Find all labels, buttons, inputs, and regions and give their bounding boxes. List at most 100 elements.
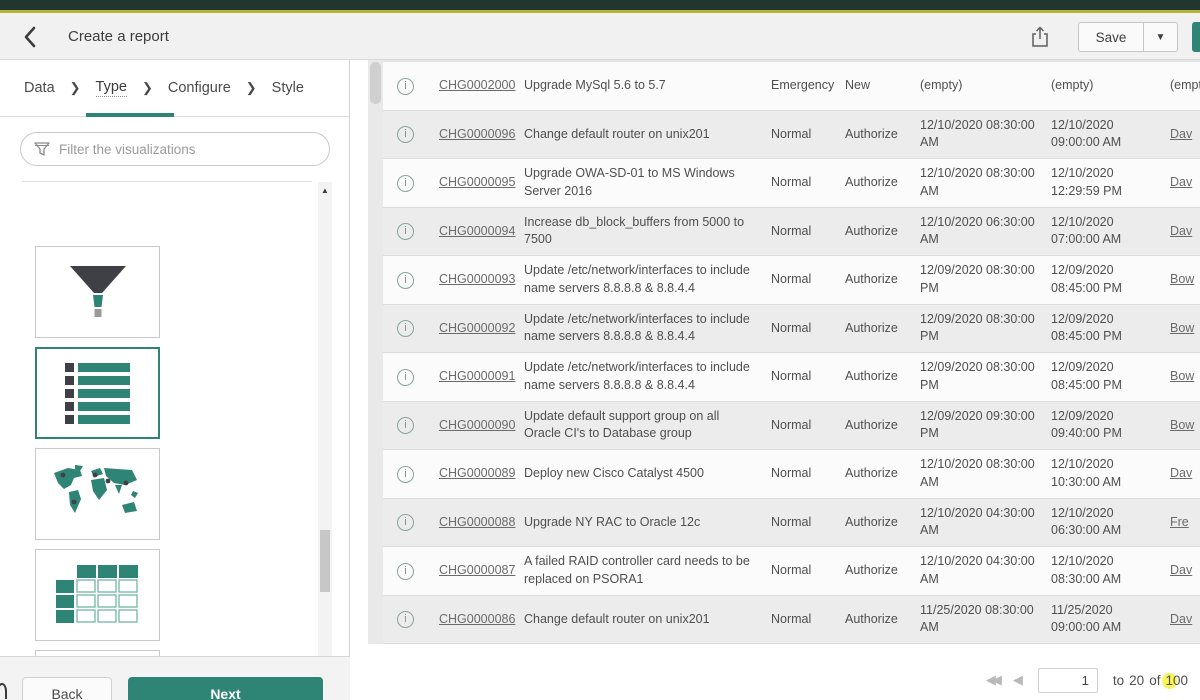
breadcrumb-step-type[interactable]: Type bbox=[96, 79, 127, 97]
pagination-to-label: to bbox=[1113, 673, 1124, 688]
caret-down-icon: ▼ bbox=[1156, 32, 1166, 43]
sidebar-scrollbar-thumb[interactable] bbox=[320, 530, 330, 592]
breadcrumb-step-configure[interactable]: Configure bbox=[168, 80, 231, 96]
sidebar-scrollbar[interactable]: ▲ ▼ bbox=[318, 182, 332, 700]
scroll-up-icon[interactable]: ▲ bbox=[318, 184, 332, 198]
report-designer-sidebar: Data❯Type❯Configure❯Style bbox=[0, 60, 350, 656]
info-icon[interactable]: i bbox=[397, 78, 414, 95]
info-icon[interactable]: i bbox=[397, 514, 414, 531]
change-number-link[interactable]: CHG0000090 bbox=[439, 418, 515, 432]
table-row: i CHG0000089 Deploy new Cisco Catalyst 4… bbox=[383, 450, 1200, 499]
start-date-cell: 12/10/2020 04:30:00 AM bbox=[920, 553, 1051, 588]
breadcrumb-step-data[interactable]: Data bbox=[24, 80, 55, 96]
change-request-table: i CHG0002000 Upgrade MySql 5.6 to 5.7 Em… bbox=[383, 60, 1200, 644]
assigned-to-link[interactable]: Dav bbox=[1170, 175, 1192, 189]
start-date-cell: 12/09/2020 08:30:00 PM bbox=[920, 262, 1051, 297]
change-number-link[interactable]: CHG0000093 bbox=[439, 272, 515, 286]
assigned-to-cell: Fre bbox=[1170, 514, 1200, 532]
change-number-cell: CHG0000088 bbox=[439, 514, 524, 532]
row-info-cell: i bbox=[383, 513, 439, 531]
next-button[interactable]: Next bbox=[128, 677, 323, 700]
back-chevron-icon[interactable] bbox=[22, 25, 48, 49]
info-icon[interactable]: i bbox=[397, 272, 414, 289]
end-date-cell: 12/10/2020 08:30:00 AM bbox=[1051, 553, 1170, 588]
viz-type-list[interactable] bbox=[35, 347, 160, 439]
end-date-cell: 12/10/2020 09:00:00 AM bbox=[1051, 117, 1170, 152]
start-date-cell: 12/10/2020 08:30:00 AM bbox=[920, 456, 1051, 491]
change-number-link[interactable]: CHG0000094 bbox=[439, 224, 515, 238]
change-number-link[interactable]: CHG0000089 bbox=[439, 466, 515, 480]
assigned-to-link[interactable]: Bow bbox=[1170, 418, 1194, 432]
assigned-to-link[interactable]: Dav bbox=[1170, 224, 1192, 238]
viz-type-heatmap[interactable] bbox=[35, 549, 160, 641]
state-cell: New bbox=[845, 77, 920, 95]
viz-type-map[interactable] bbox=[35, 448, 160, 540]
assigned-to-link[interactable]: Bow bbox=[1170, 272, 1194, 286]
table-row: i CHG0000088 Upgrade NY RAC to Oracle 12… bbox=[383, 499, 1200, 548]
info-icon[interactable]: i bbox=[397, 320, 414, 337]
change-number-cell: CHG0000089 bbox=[439, 465, 524, 483]
cut-off-glyph bbox=[0, 683, 7, 699]
change-number-link[interactable]: CHG0000091 bbox=[439, 369, 515, 383]
previous-page-icon[interactable]: ◀ bbox=[1013, 672, 1023, 688]
assigned-to-cell: Dav bbox=[1170, 126, 1200, 144]
save-button[interactable]: Save bbox=[1078, 22, 1144, 52]
change-number-link[interactable]: CHG0000096 bbox=[439, 127, 515, 141]
change-number-link[interactable]: CHG0000088 bbox=[439, 515, 515, 529]
info-icon[interactable]: i bbox=[397, 175, 414, 192]
pagination-total: 100 bbox=[1165, 673, 1188, 688]
change-number-link[interactable]: CHG0002000 bbox=[439, 78, 515, 92]
assigned-to-link[interactable]: Dav bbox=[1170, 563, 1192, 577]
state-cell: Authorize bbox=[845, 514, 920, 532]
page-number-input[interactable] bbox=[1038, 668, 1098, 693]
change-number-link[interactable]: CHG0000095 bbox=[439, 175, 515, 189]
priority-cell: Normal bbox=[771, 223, 845, 241]
assigned-to-link[interactable]: Bow bbox=[1170, 369, 1194, 383]
assigned-to-link[interactable]: Dav bbox=[1170, 466, 1192, 480]
change-number-cell: CHG0000094 bbox=[439, 223, 524, 241]
info-icon[interactable]: i bbox=[397, 611, 414, 628]
breadcrumb-step-style[interactable]: Style bbox=[272, 80, 304, 96]
table-scrollbar-thumb[interactable] bbox=[370, 62, 381, 104]
viz-type-funnel[interactable] bbox=[35, 246, 160, 338]
assigned-to-link: (empty) bbox=[1170, 78, 1200, 92]
assigned-to-link[interactable]: Fre bbox=[1170, 515, 1189, 529]
priority-cell: Normal bbox=[771, 611, 845, 629]
export-icon bbox=[1030, 25, 1050, 49]
table-scrollbar[interactable] bbox=[368, 60, 383, 644]
end-date-cell: (empty) bbox=[1051, 77, 1170, 95]
info-icon[interactable]: i bbox=[397, 369, 414, 386]
info-icon[interactable]: i bbox=[397, 126, 414, 143]
first-page-icon[interactable]: ◀◀ bbox=[986, 672, 998, 688]
change-number-cell: CHG0002000 bbox=[439, 77, 524, 95]
save-dropdown-button[interactable]: ▼ bbox=[1144, 22, 1178, 52]
pagination-of-label: of bbox=[1149, 673, 1160, 688]
info-icon[interactable]: i bbox=[397, 466, 414, 483]
info-icon[interactable]: i bbox=[397, 563, 414, 580]
assigned-to-link[interactable]: Dav bbox=[1170, 127, 1192, 141]
end-date-cell: 12/09/2020 08:45:00 PM bbox=[1051, 359, 1170, 394]
filter-visualizations-input[interactable] bbox=[59, 142, 329, 157]
funnel-filter-icon bbox=[34, 142, 50, 157]
start-date-cell: 12/09/2020 08:30:00 PM bbox=[920, 311, 1051, 346]
share-icon[interactable] bbox=[1028, 25, 1052, 51]
assigned-to-link[interactable]: Bow bbox=[1170, 321, 1194, 335]
table-row: i CHG0000093 Update /etc/network/interfa… bbox=[383, 256, 1200, 305]
assigned-to-cell: Dav bbox=[1170, 611, 1200, 629]
short-description-cell: Change default router on unix201 bbox=[524, 126, 771, 144]
state-cell: Authorize bbox=[845, 126, 920, 144]
table-row: i CHG0000095 Upgrade OWA-SD-01 to MS Win… bbox=[383, 159, 1200, 208]
info-icon[interactable]: i bbox=[397, 223, 414, 240]
chevron-right-icon: ❯ bbox=[142, 80, 153, 96]
change-number-link[interactable]: CHG0000092 bbox=[439, 321, 515, 335]
state-cell: Authorize bbox=[845, 417, 920, 435]
page-header: Create a report Save ▼ bbox=[0, 13, 1200, 60]
clipped-edge-button[interactable] bbox=[1192, 22, 1200, 52]
assigned-to-link[interactable]: Dav bbox=[1170, 612, 1192, 626]
change-number-link[interactable]: CHG0000087 bbox=[439, 563, 515, 577]
change-number-link[interactable]: CHG0000086 bbox=[439, 612, 515, 626]
info-icon[interactable]: i bbox=[397, 417, 414, 434]
assigned-to-cell: Dav bbox=[1170, 174, 1200, 192]
back-button[interactable]: Back bbox=[22, 677, 112, 700]
start-date-cell: 12/09/2020 08:30:00 PM bbox=[920, 359, 1051, 394]
